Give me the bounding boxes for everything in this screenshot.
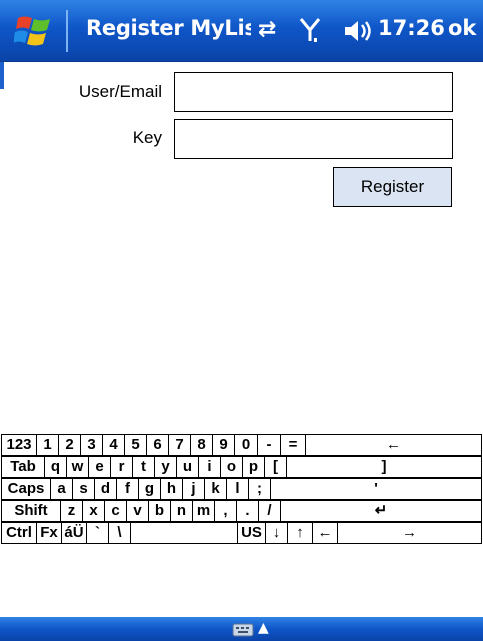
key-input[interactable] — [174, 119, 453, 159]
user-email-input[interactable] — [174, 72, 453, 112]
register-button[interactable]: Register — [333, 167, 452, 207]
ok-button[interactable]: ok — [448, 16, 476, 40]
key-y[interactable]: y — [154, 456, 177, 478]
left-edge-strip — [0, 62, 4, 89]
key-o[interactable]: o — [220, 456, 243, 478]
key-minus[interactable]: - — [257, 434, 281, 456]
key-ctrl[interactable]: Ctrl — [1, 522, 37, 544]
key-tab[interactable]: Tab — [1, 456, 45, 478]
key-1[interactable]: 1 — [36, 434, 59, 456]
key-accents[interactable]: áÜ — [61, 522, 87, 544]
key-k[interactable]: k — [204, 478, 227, 500]
key-t[interactable]: t — [132, 456, 155, 478]
key-open-bracket[interactable]: [ — [264, 456, 287, 478]
key-c[interactable]: c — [104, 500, 127, 522]
key-i[interactable]: i — [198, 456, 221, 478]
soft-keyboard: 123 1 2 3 4 5 6 7 8 9 0 - = ← Tab q w e … — [0, 433, 483, 616]
key-backspace[interactable]: ← — [305, 434, 482, 456]
key-down-arrow[interactable]: ↓ — [265, 522, 288, 544]
key-a[interactable]: a — [50, 478, 73, 500]
user-email-label: User/Email — [78, 82, 162, 101]
key-label: Key — [132, 128, 162, 147]
key-n[interactable]: n — [170, 500, 193, 522]
key-caps[interactable]: Caps — [1, 478, 51, 500]
key-p[interactable]: p — [242, 456, 265, 478]
key-9[interactable]: 9 — [212, 434, 235, 456]
key-8[interactable]: 8 — [190, 434, 213, 456]
key-up-arrow[interactable]: ↑ — [287, 522, 313, 544]
key-f[interactable]: f — [116, 478, 139, 500]
key-v[interactable]: v — [126, 500, 149, 522]
key-6[interactable]: 6 — [146, 434, 169, 456]
key-equals[interactable]: = — [280, 434, 306, 456]
key-4[interactable]: 4 — [102, 434, 125, 456]
key-comma[interactable]: , — [214, 500, 237, 522]
key-s[interactable]: s — [72, 478, 95, 500]
key-g[interactable]: g — [138, 478, 161, 500]
key-backtick[interactable]: ` — [86, 522, 109, 544]
key-m[interactable]: m — [192, 500, 215, 522]
clock[interactable]: 17:26 — [378, 16, 445, 40]
key-r[interactable]: r — [110, 456, 133, 478]
key-space[interactable] — [130, 522, 238, 544]
key-x[interactable]: x — [82, 500, 105, 522]
key-0[interactable]: 0 — [234, 434, 258, 456]
key-period[interactable]: . — [236, 500, 259, 522]
key-123[interactable]: 123 — [1, 434, 37, 456]
key-w[interactable]: w — [66, 456, 89, 478]
key-quote[interactable]: ' — [270, 478, 482, 500]
key-fx[interactable]: Fx — [36, 522, 62, 544]
volume-icon[interactable] — [343, 18, 373, 44]
key-j[interactable]: j — [182, 478, 205, 500]
key-u[interactable]: u — [176, 456, 199, 478]
input-panel-arrow-icon[interactable]: ▲ — [258, 619, 269, 637]
key-e[interactable]: e — [88, 456, 111, 478]
key-left-arrow[interactable]: ← — [312, 522, 338, 544]
keyboard-row-home: Caps a s d f g h j k l ; ' — [0, 478, 483, 500]
keyboard-icon[interactable] — [232, 620, 256, 638]
key-backslash[interactable]: \ — [108, 522, 131, 544]
key-5[interactable]: 5 — [124, 434, 147, 456]
keyboard-row-qwerty: Tab q w e r t y u i o p [ ] — [0, 456, 483, 478]
keyboard-row-bottom: Ctrl Fx áÜ ` \ US ↓ ↑ ← → — [0, 522, 483, 544]
key-7[interactable]: 7 — [168, 434, 191, 456]
key-slash[interactable]: / — [258, 500, 281, 522]
key-enter[interactable]: ↵ — [280, 500, 482, 522]
key-d[interactable]: d — [94, 478, 117, 500]
title-separator — [66, 10, 68, 52]
key-2[interactable]: 2 — [58, 434, 81, 456]
key-shift[interactable]: Shift — [1, 500, 61, 522]
start-button[interactable] — [0, 0, 66, 62]
key-close-bracket[interactable]: ] — [286, 456, 482, 478]
key-us-layout[interactable]: US — [237, 522, 266, 544]
keyboard-row-shift: Shift z x c v b n m , . / ↵ — [0, 500, 483, 522]
key-h[interactable]: h — [160, 478, 183, 500]
sync-icon[interactable]: ⇄ — [258, 19, 276, 41]
menu-bar: ▲ — [0, 617, 483, 641]
keyboard-row-numbers: 123 1 2 3 4 5 6 7 8 9 0 - = ← — [0, 434, 483, 456]
key-b[interactable]: b — [148, 500, 171, 522]
key-l[interactable]: l — [226, 478, 249, 500]
title-bar: Register MyLis ⇄ 17:26 ok — [0, 0, 483, 62]
key-3[interactable]: 3 — [80, 434, 103, 456]
key-right-arrow[interactable]: → — [337, 522, 482, 544]
key-semicolon[interactable]: ; — [248, 478, 271, 500]
key-z[interactable]: z — [60, 500, 83, 522]
key-q[interactable]: q — [44, 456, 67, 478]
windows-start-icon — [14, 16, 50, 46]
signal-icon[interactable] — [299, 16, 321, 44]
app-title: Register MyLis — [86, 16, 251, 40]
